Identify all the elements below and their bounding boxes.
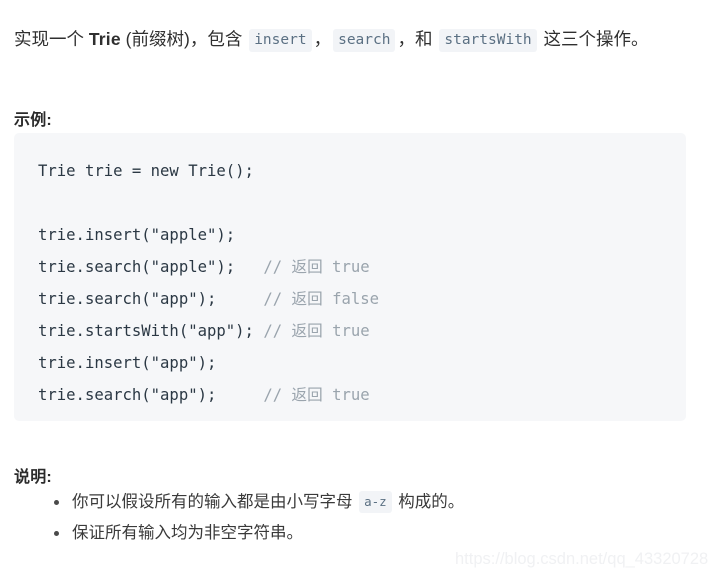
inline-code-insert: insert xyxy=(249,28,312,52)
list-item: 保证所有输入均为非空字符串。 xyxy=(40,518,700,549)
intro-term-trie: Trie xyxy=(88,28,121,49)
code-block: Trie trie = new Trie(); trie.insert("app… xyxy=(14,133,686,421)
code-line: trie.startsWith("app"); // 返回 true xyxy=(38,315,686,347)
code-line-text: Trie trie = new Trie(); xyxy=(38,162,254,180)
inline-code-startswith: startsWith xyxy=(439,28,537,52)
code-line-comment: // 返回 true xyxy=(235,258,370,276)
code-line: trie.insert("app"); xyxy=(38,347,686,379)
example-heading: 示例: xyxy=(14,112,52,129)
code-line-text: trie.search("app"); xyxy=(38,386,217,404)
code-line-text: trie.insert("apple"); xyxy=(38,226,236,244)
intro-separator-1: ， xyxy=(313,28,332,49)
notes-heading: 说明: xyxy=(14,469,52,486)
code-line-text: trie.startsWith("app"); xyxy=(38,322,254,340)
problem-description-page: 实现一个 Trie (前缀树)，包含 insert， search ，和 start… xyxy=(0,0,708,577)
intro-separator-2: ，和 xyxy=(397,28,438,49)
intro-text-part3: 这三个操作。 xyxy=(538,28,649,49)
code-line: trie.search("app"); // 返回 true xyxy=(38,379,686,411)
list-item: 你可以假设所有的输入都是由小写字母 a-z 构成的。 xyxy=(40,487,700,518)
code-line-text: trie.insert("app"); xyxy=(38,354,217,372)
code-line-text: trie.search("apple"); xyxy=(38,258,236,276)
code-line-comment: // 返回 false xyxy=(216,290,380,308)
bullet-icon xyxy=(54,531,59,536)
code-line-text: trie.search("app"); xyxy=(38,290,217,308)
list-item-prefix: 你可以假设所有的输入都是由小写字母 xyxy=(72,493,358,511)
list-item-prefix: 保证所有输入均为非空字符串。 xyxy=(72,524,303,542)
code-line: trie.search("apple"); // 返回 true xyxy=(38,251,686,283)
watermark-url: https://blog.csdn.net/qq_43320728 xyxy=(455,550,708,568)
intro-text-part1: 实现一个 xyxy=(14,28,89,49)
bullet-icon xyxy=(54,500,59,505)
code-line-comment: // 返回 true xyxy=(216,386,370,404)
notes-list: 你可以假设所有的输入都是由小写字母 a-z 构成的。 保证所有输入均为非空字符串… xyxy=(40,487,700,549)
code-line-comment: // 返回 true xyxy=(253,322,370,340)
intro-text-part2: (前缀树)，包含 xyxy=(120,28,248,49)
code-line: Trie trie = new Trie(); xyxy=(38,155,686,187)
inline-code-search: search xyxy=(333,28,396,52)
code-line: trie.search("app"); // 返回 false xyxy=(38,283,686,315)
code-line: trie.insert("apple"); xyxy=(38,219,686,251)
list-item-suffix: 构成的。 xyxy=(393,493,465,511)
inline-code-a-z: a-z xyxy=(359,491,392,513)
intro-paragraph: 实现一个 Trie (前缀树)，包含 insert， search ，和 start… xyxy=(14,24,694,54)
